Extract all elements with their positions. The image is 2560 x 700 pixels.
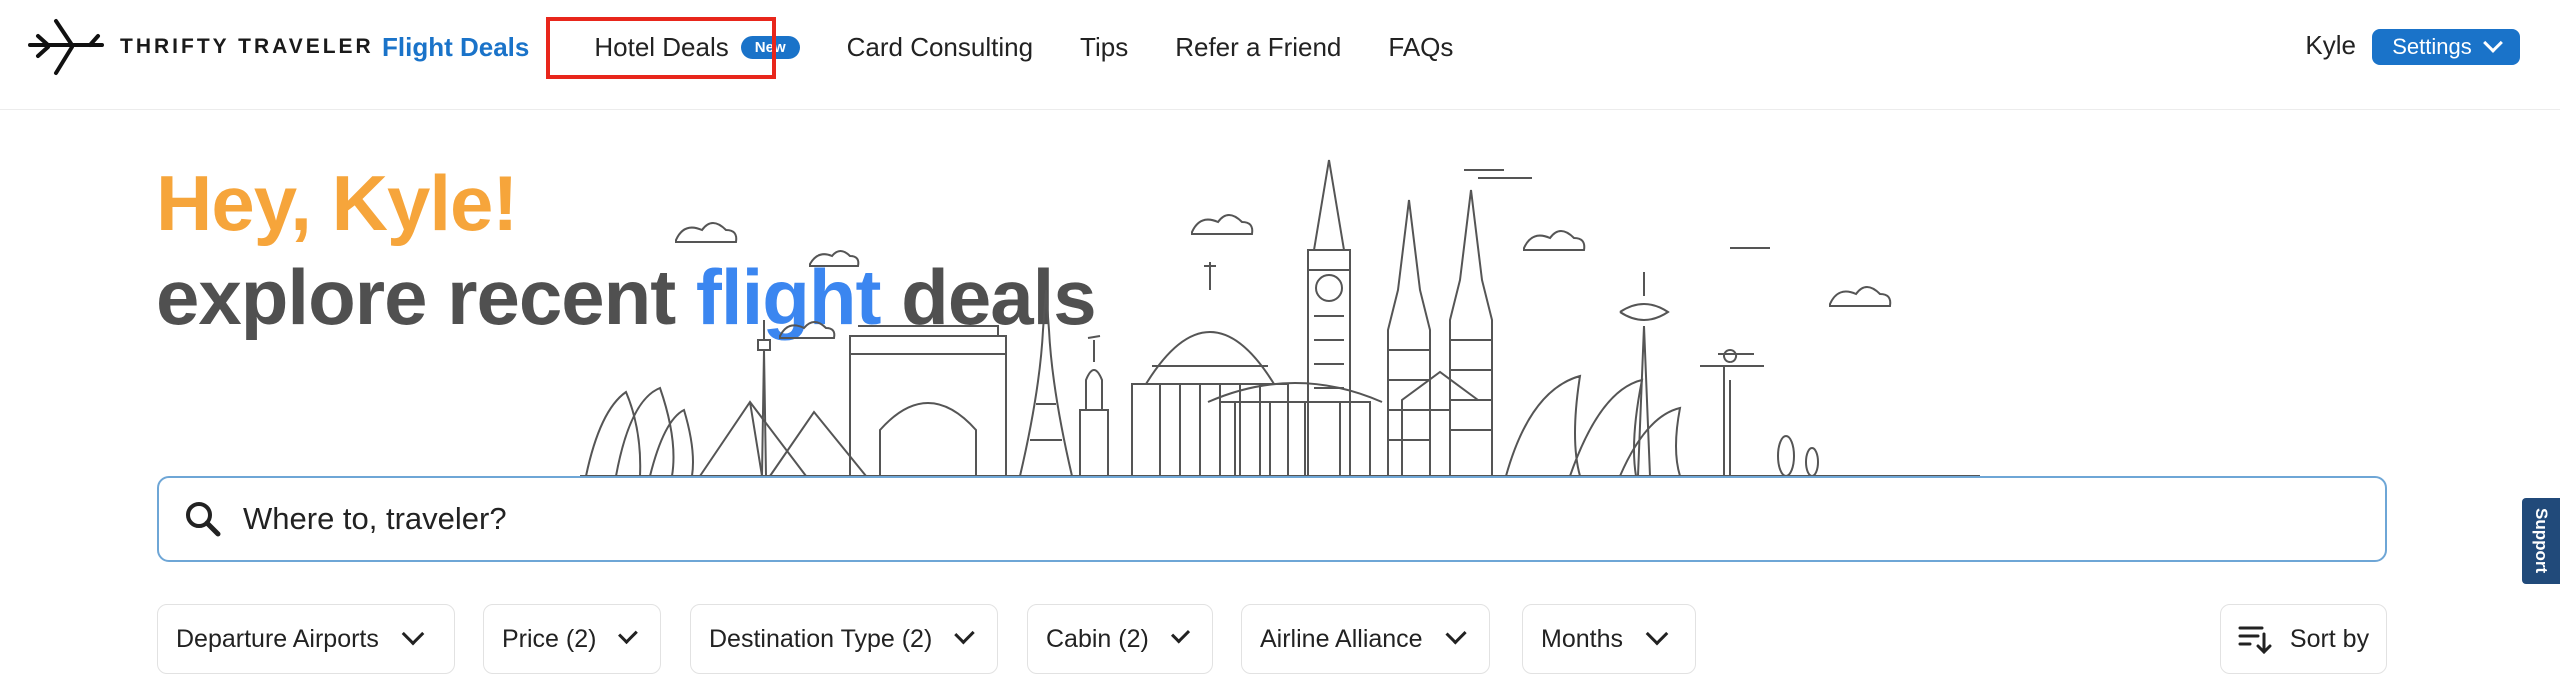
greeting-heading: Hey, Kyle! (156, 159, 518, 247)
site-header: THRIFTY TRAVELER Flight Deals Hotel Deal… (0, 0, 2560, 110)
filter-months[interactable]: Months (1522, 604, 1696, 674)
chevron-down-icon (954, 623, 975, 645)
filter-departure-airports[interactable]: Departure Airports (157, 604, 455, 674)
filter-cabin[interactable]: Cabin (2) (1027, 604, 1213, 674)
sort-icon (2238, 626, 2272, 654)
sort-by-button[interactable]: Sort by (2220, 604, 2387, 674)
filter-alliance-label: Airline Alliance (1260, 624, 1423, 653)
filter-price[interactable]: Price (2) (483, 604, 661, 674)
chevron-down-icon (1445, 623, 1467, 645)
annotation-highlight-box (546, 17, 776, 79)
settings-label: Settings (2392, 34, 2472, 59)
chevron-down-icon (401, 622, 425, 646)
nav-tips[interactable]: Tips (1080, 32, 1128, 63)
nav-faqs[interactable]: FAQs (1388, 32, 1453, 63)
chevron-down-icon (2482, 33, 2503, 53)
nav-refer-a-friend[interactable]: Refer a Friend (1175, 32, 1341, 63)
filter-destination-label: Destination Type (2) (709, 624, 933, 653)
chevron-down-icon (1645, 622, 1669, 646)
world-landmarks-skyline-illustration (580, 159, 1980, 477)
filter-airline-alliance[interactable]: Airline Alliance (1241, 604, 1490, 674)
filter-destination-type[interactable]: Destination Type (2) (690, 604, 998, 674)
filter-months-label: Months (1541, 624, 1623, 653)
destination-search-bar[interactable] (157, 476, 2387, 562)
support-tab[interactable]: Support (2522, 498, 2560, 584)
airplane-logo-icon (28, 19, 104, 75)
filter-cabin-label: Cabin (2) (1046, 624, 1149, 653)
chevron-down-icon (618, 624, 638, 644)
filter-departure-label: Departure Airports (176, 624, 379, 653)
settings-button[interactable]: Settings (2372, 29, 2520, 65)
logo-text: THRIFTY TRAVELER (120, 35, 374, 58)
search-input[interactable] (243, 501, 2043, 537)
sort-by-label: Sort by (2289, 624, 2370, 653)
search-icon (186, 502, 221, 537)
filter-price-label: Price (2) (502, 624, 597, 653)
nav-card-consulting[interactable]: Card Consulting (847, 32, 1033, 63)
nav-flight-deals[interactable]: Flight Deals (382, 32, 529, 63)
chevron-down-icon (1170, 624, 1191, 644)
logo[interactable]: THRIFTY TRAVELER (28, 18, 374, 76)
user-name: Kyle (2305, 30, 2356, 60)
